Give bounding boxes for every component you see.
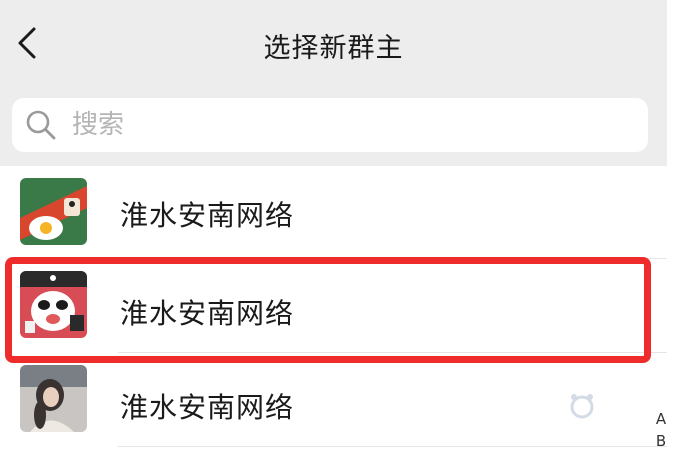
fried-egg-avatar	[20, 178, 87, 245]
contact-row[interactable]: 淮水安南网络	[0, 353, 667, 447]
nav-bar: 选择新群主	[0, 0, 667, 88]
contact-name: 淮水安南网络	[120, 297, 295, 330]
index-letter[interactable]: B	[653, 430, 669, 452]
contact-row[interactable]: 淮水安南网络	[0, 166, 667, 260]
panda-pirate-avatar	[20, 271, 87, 338]
divider	[118, 446, 667, 447]
contact-name: 淮水安南网络	[120, 199, 295, 232]
photo-girl-avatar	[20, 365, 87, 432]
contact-row[interactable]: 淮水安南网络	[0, 259, 667, 353]
search-icon	[26, 110, 56, 140]
alphabet-index-bar[interactable]: A B	[653, 408, 669, 452]
search-input[interactable]	[72, 103, 632, 147]
contact-name: 淮水安南网络	[120, 391, 295, 424]
select-new-group-owner-screen: 选择新群主 淮水安南网络	[0, 0, 667, 461]
index-letter[interactable]: A	[653, 408, 669, 430]
page-title: 选择新群主	[263, 33, 404, 64]
